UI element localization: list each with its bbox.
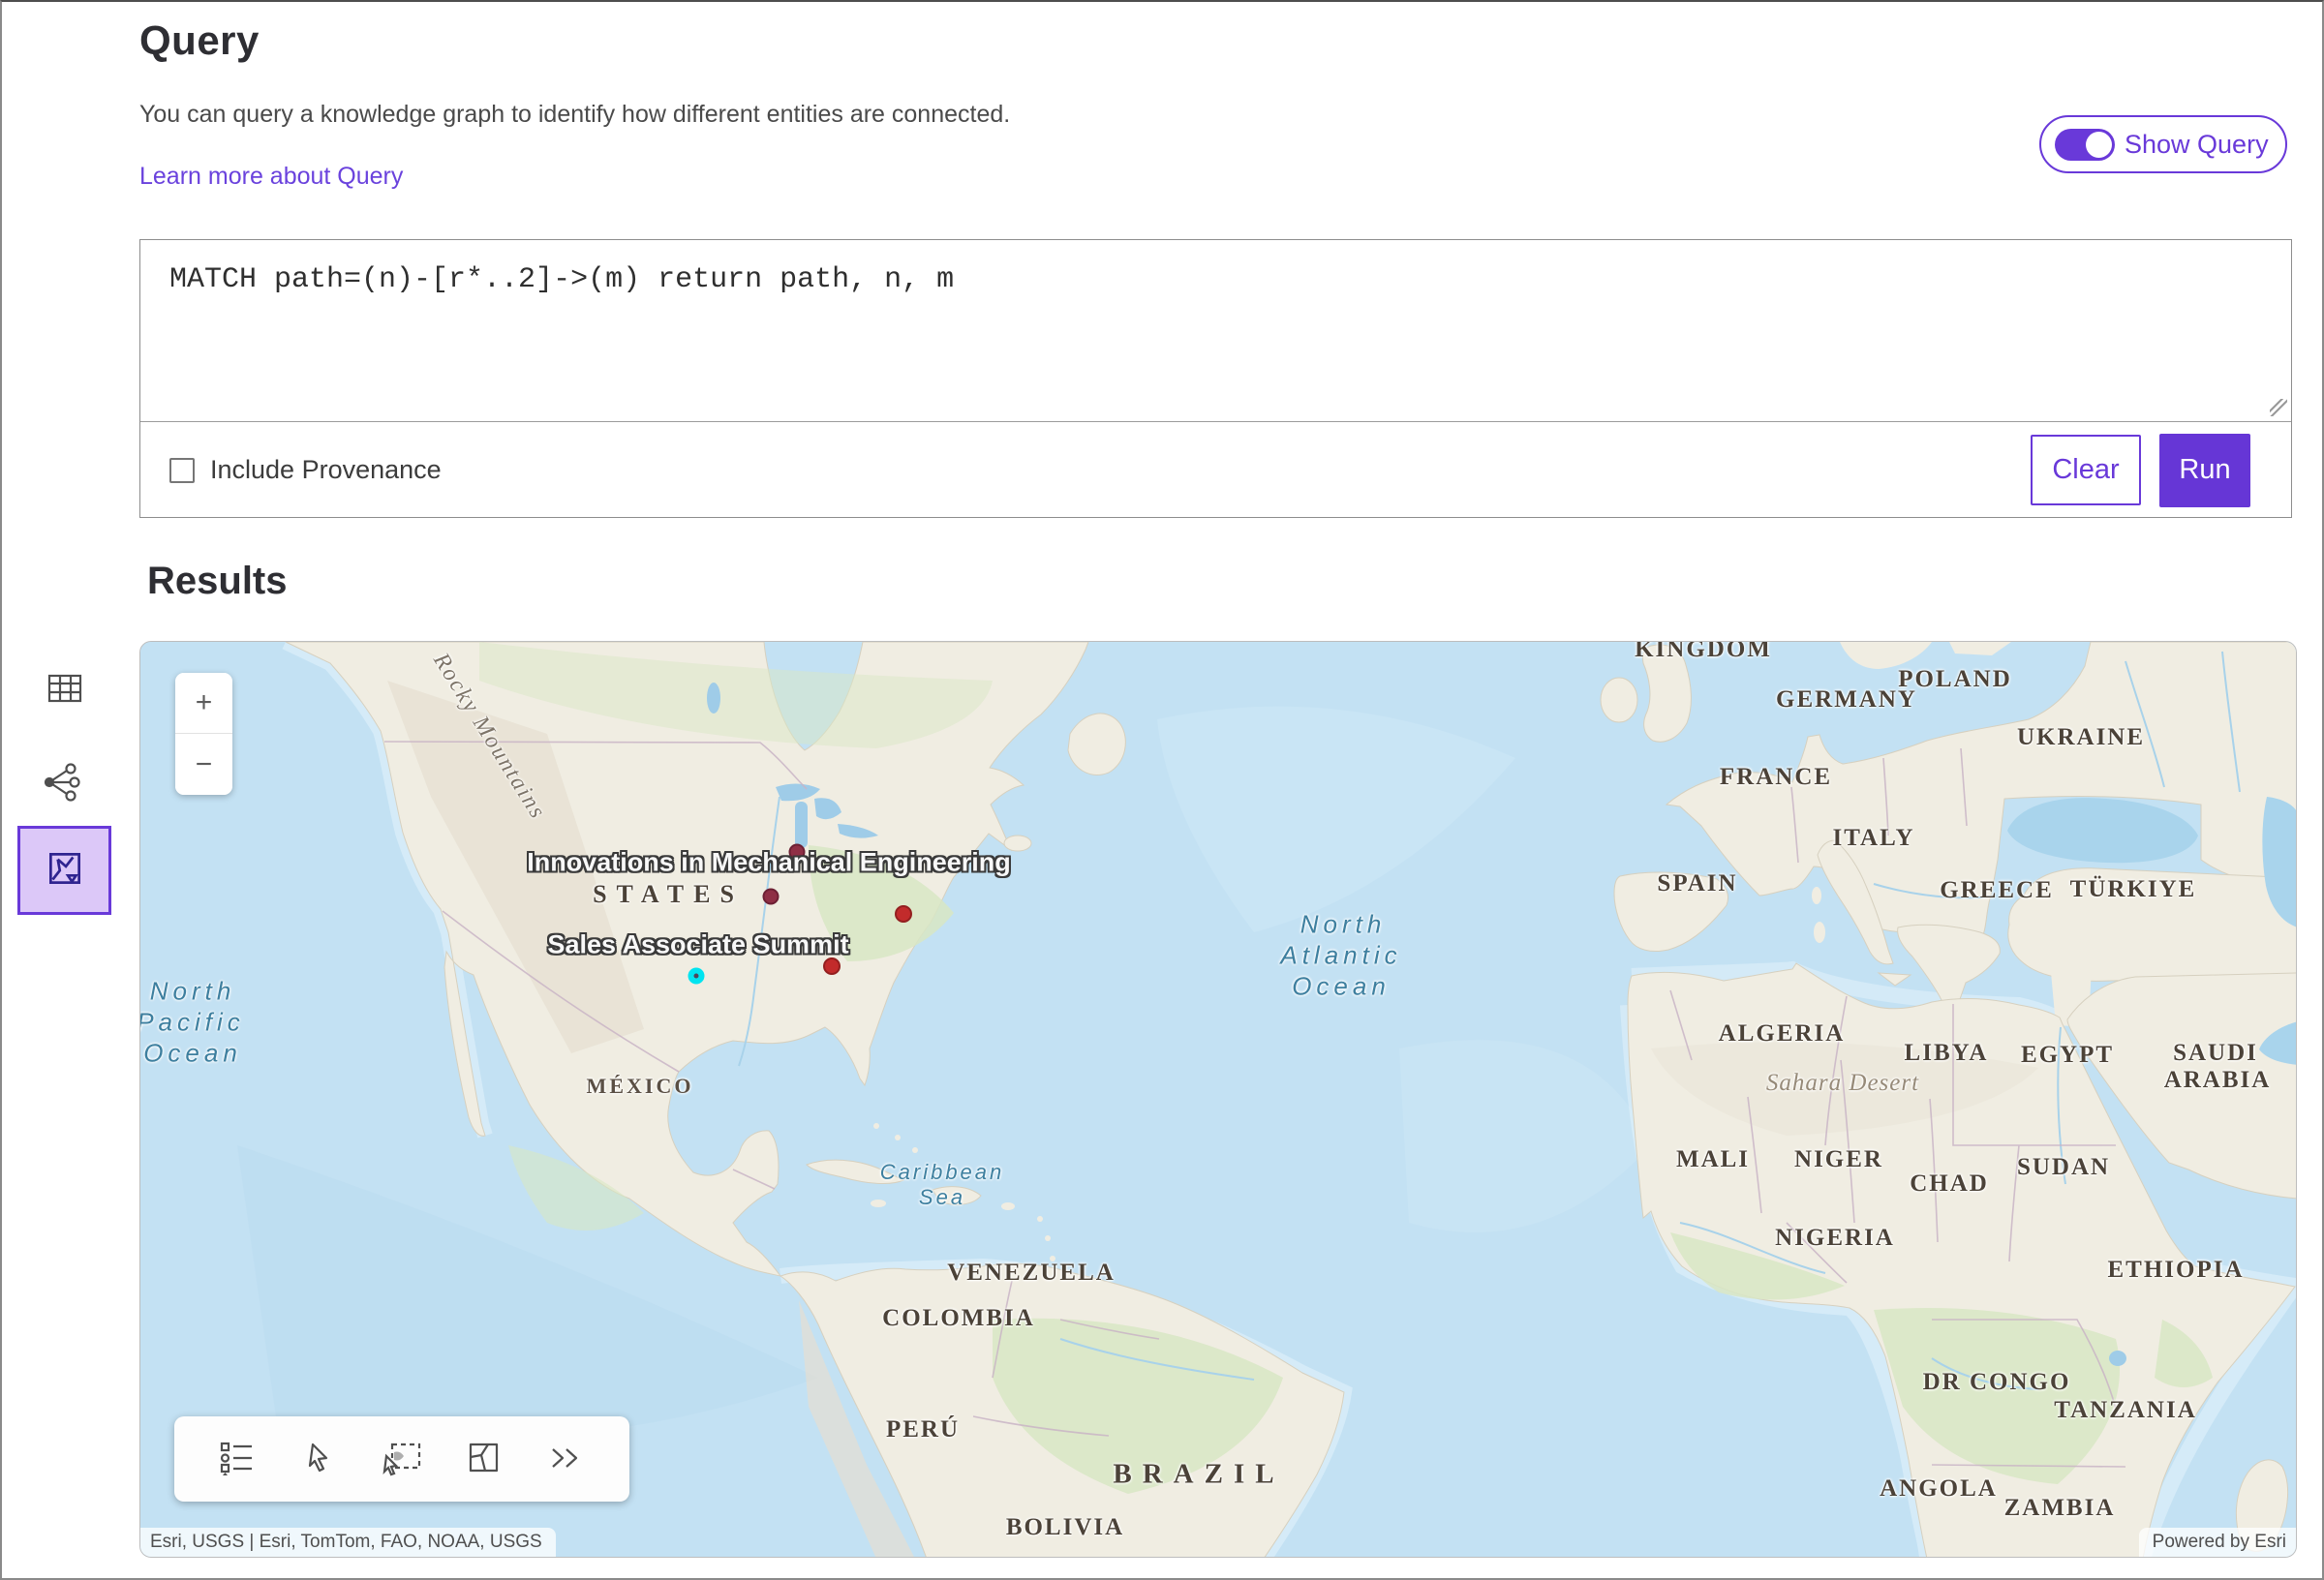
run-button[interactable]: Run [2159,434,2250,507]
double-chevron-right-icon[interactable] [545,1438,588,1480]
map-zoom-control: + − [175,673,232,795]
sidebar-item-map-view[interactable] [17,826,111,915]
page-description: You can query a knowledge graph to ident… [139,101,1010,129]
zoom-in-button[interactable]: + [175,673,232,734]
select-polygon-icon[interactable] [463,1438,505,1480]
table-icon [46,670,83,707]
map-marker-label: Sales Associate Summit [547,930,848,960]
toggle-label: Show Query [2125,130,2269,160]
learn-more-link[interactable]: Learn more about Query [139,163,403,191]
results-title: Results [147,560,288,603]
query-page: Query You can query a knowledge graph to… [0,0,2324,1580]
query-editor-panel: MATCH path=(n)-[r*..2]->(m) return path,… [139,239,2292,518]
graph-icon [43,761,85,804]
select-features-icon[interactable] [381,1438,423,1480]
map-marker[interactable] [763,889,780,905]
legend-list-icon[interactable] [216,1438,259,1480]
clear-button[interactable]: Clear [2031,435,2141,505]
map-toolbar [174,1416,629,1502]
map-icon [43,846,87,896]
include-provenance-label: Include Provenance [210,455,442,485]
map-marker[interactable] [823,957,841,975]
map-canvas[interactable]: KINGDOMPOLANDGERMANYUKRAINEFRANCEITALYSP… [139,641,2297,1558]
toggle-switch-icon[interactable] [2055,129,2115,161]
query-textarea[interactable]: MATCH path=(n)-[r*..2]->(m) return path,… [140,240,2291,422]
sidebar-item-table-view[interactable] [46,670,83,707]
sidebar-item-graph-view[interactable] [43,761,85,804]
map-marker[interactable] [895,905,912,923]
page-title: Query [139,17,260,64]
pointer-icon[interactable] [298,1438,341,1480]
show-query-toggle[interactable]: Show Query [2039,115,2287,173]
query-footer: Include Provenance Clear Run [140,423,2291,517]
zoom-out-button[interactable]: − [175,734,232,795]
map-marker-selected[interactable] [688,968,705,985]
resize-grip-icon[interactable] [2270,399,2287,416]
map-marker-label: Innovations in Mechanical Engineering [527,848,1011,878]
include-provenance-checkbox[interactable] [169,458,195,483]
